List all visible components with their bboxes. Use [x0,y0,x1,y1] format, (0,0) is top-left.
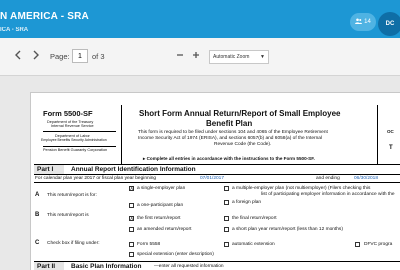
row-c-label: Check box if filing under: [47,241,100,246]
page-label: Page: [50,52,70,61]
calendar-year-text: For calendar plan year 2017 or fiscal pl… [35,176,157,181]
next-page-button[interactable] [32,50,40,63]
previous-page-button[interactable] [14,50,22,63]
users-badge[interactable]: 14 [350,13,376,31]
part2-label: Part II [37,263,56,270]
zoom-value: Automatic Zoom [213,54,250,60]
form-description-2: Income Security Act of 1974 (ERISA), and… [138,136,322,141]
form-title-line1: Short Form Annual Return/Report of Small… [139,109,341,118]
agency-pbgc: Pension Benefit Guaranty Corporation [43,148,108,152]
dfvc-program-checkbox[interactable] [355,242,360,247]
zoom-in-button[interactable] [191,51,201,61]
one-participant-label: a one-participant plan [137,203,184,208]
multiple-employer-label: a multiple-employer plan (not multiemplo… [232,186,371,191]
form-number: Form 5500-SF [43,109,93,118]
divider [43,131,116,132]
complete-instructions: ▸ Complete all entries in accordance wit… [143,156,315,161]
plan-year-begin-field[interactable]: 07/01/2017 [200,176,224,181]
dfvc-program-label: DFVC progra [364,242,393,247]
first-return-checkbox[interactable]: X [129,216,134,222]
row-c-letter: C [35,240,40,246]
zoom-out-button[interactable] [175,51,185,61]
part2-note: —enter all requested information [154,264,224,269]
divider [34,174,400,175]
divider [121,105,122,165]
single-employer-checkbox[interactable]: X [129,186,134,192]
foreign-plan-label: a foreign plan [232,200,262,205]
users-count: 14 [364,19,371,25]
chevron-left-icon [15,50,21,60]
form-5558-checkbox[interactable] [129,242,134,247]
page-total: of 3 [92,52,105,61]
short-plan-year-label: a short plan year return/report (less th… [232,227,343,232]
app-title: N AMERICA - SRA [0,11,89,22]
form-title-line2: Benefit Plan [206,119,253,128]
divider [377,105,378,165]
and-ending-text: and ending [316,176,340,181]
app-subtitle: ICA - SRA [0,27,29,33]
special-extension-label: special extension (enter description) [137,252,214,257]
divider [34,164,400,165]
divider [43,146,116,147]
automatic-extension-label: automatic extension [232,242,275,247]
part1-title: Annual Report Identification Information [71,166,196,173]
app-header: N AMERICA - SRA ICA - SRA 14 DC [0,0,400,38]
agency-irs: Internal Revenue Service [51,124,94,128]
chevron-right-icon [33,50,39,60]
row-a-letter: A [35,192,40,198]
multiple-employer-label-2: list of participating employer informati… [261,192,395,197]
short-plan-year-checkbox[interactable] [224,227,229,232]
users-icon [355,18,363,26]
amended-return-checkbox[interactable] [129,227,134,232]
minus-icon [177,54,183,56]
pdf-toolbar: Page: of 3 Automatic Zoom ▼ [0,38,400,76]
form-description-3: Revenue Code (the Code). [214,142,272,147]
plus-icon [193,52,199,58]
form-description-1: This form is required to be filed under … [138,130,328,135]
agency-ebsa: Employee Benefits Security Administratio… [41,138,107,142]
amended-return-label: an amended return/report [137,227,192,232]
divider [34,182,400,183]
part2-title: Basic Plan Information [71,263,142,270]
year-clip: T [389,145,393,151]
omb-clip: OC [387,129,394,134]
final-return-checkbox[interactable] [224,216,229,221]
multiple-employer-checkbox[interactable] [224,186,229,191]
single-employer-label: a single-employer plan [137,186,186,191]
one-participant-checkbox[interactable] [129,203,134,208]
user-avatar[interactable]: DC [378,12,400,36]
zoom-select[interactable]: Automatic Zoom ▼ [209,50,269,64]
automatic-extension-checkbox[interactable] [224,242,229,247]
pdf-page: Form 5500-SF Department of the Treasury … [30,92,400,270]
plan-year-end-field[interactable]: 06/30/2018 [354,176,378,181]
part1-label: Part I [37,166,54,173]
page-number-input[interactable] [72,49,88,63]
special-extension-checkbox[interactable] [129,252,134,257]
foreign-plan-checkbox[interactable] [224,200,229,205]
row-b-label: This return/report is [47,213,89,218]
form-5558-label: Form 5558 [137,242,161,247]
chevron-down-icon: ▼ [260,54,265,60]
final-return-label: the final return/report [232,216,277,221]
divider [34,261,400,262]
first-return-label: the first return/report [137,216,181,221]
row-b-letter: B [35,212,40,218]
row-a-label: This return/report is for: [47,193,97,198]
